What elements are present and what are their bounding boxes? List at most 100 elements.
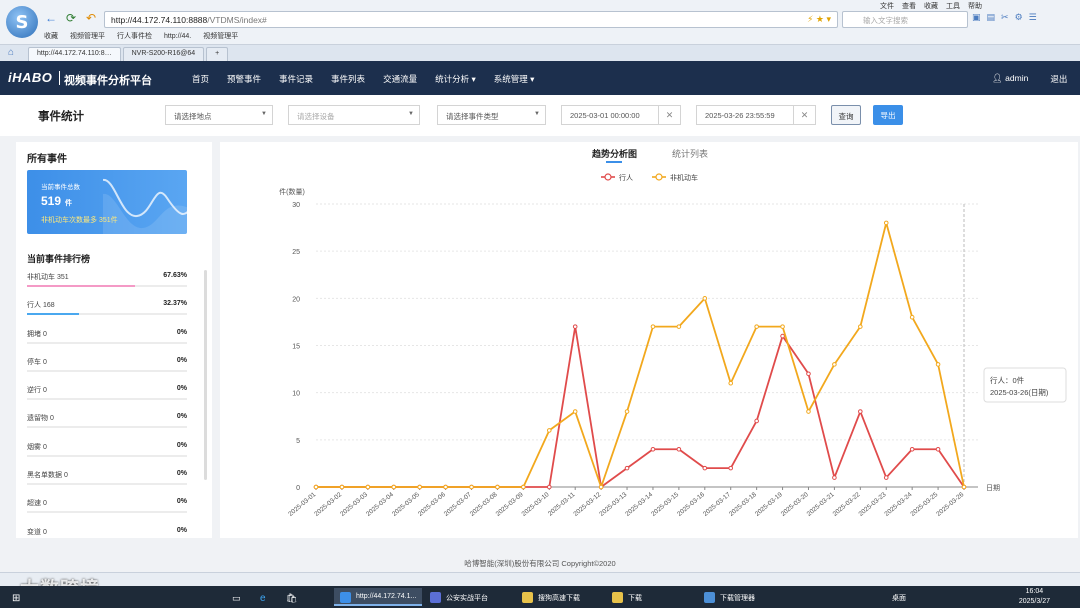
address-bar[interactable]: http://44.172.74.110:8888/VTDMS/index# ⚡… [104,11,838,28]
ranking-item-name: 黑名单数据 0 [27,472,68,480]
ranking-item-percent: 67.63% [163,272,187,279]
new-tab-button[interactable]: + [206,47,229,61]
clear-icon[interactable]: ✕ [793,106,815,124]
windows-start-icon[interactable]: ⊞ [6,588,20,606]
export-button[interactable]: 导出 [873,105,903,125]
series-line [316,325,965,488]
ranking-item: 遗留物 0 0% [27,411,187,439]
username: admin [1005,73,1029,83]
browser-tab[interactable]: NVR-S200-R16@64 [122,47,205,61]
most-frequent-text: 非机动车次数最多 351件 [41,217,118,224]
end-time-input[interactable]: 2025-03-26 23:55:59 ✕ [696,105,816,125]
y-tick-label: 25 [292,249,300,256]
favorite-item[interactable]: 视频管理平 [203,31,238,41]
nav-event-list[interactable]: 事件列表 [331,73,365,85]
nav-system[interactable]: 系统管理 ▾ [494,73,535,85]
toolbar-icon[interactable]: ▣ [972,12,981,23]
data-point [469,484,474,490]
ranking-item: 超速 0 0% [27,496,187,524]
x-tick-label: 2025-03-20 [780,491,810,518]
logout-link[interactable]: 退出 [1050,73,1067,85]
favorite-item[interactable]: http://44. [164,33,191,40]
favorite-item[interactable]: 行人事件检 [117,31,152,41]
user-menu[interactable]: 👤︎ admin [992,73,1028,85]
toolbar-icon[interactable]: ⚙ [1015,12,1023,23]
star-icon[interactable]: ⚡ ★ ▾ [807,14,831,25]
data-point [572,324,578,329]
taskbar-item-browser[interactable]: http://44.172.74.1... [334,588,422,606]
toolbar-icon[interactable]: ☰ [1029,12,1037,23]
x-tick-label: 2025-03-25 [909,491,939,518]
legend-label: 行人 [619,173,633,182]
trend-chart: 051015202530件(数量)日期2025-03-012025-03-022… [279,173,1067,518]
app-header: iHABO 视频事件分析平台 首页 预警事件 事件记录 事件列表 交通流量 统计… [0,61,1080,95]
x-tick-label: 2025-03-10 [521,491,551,518]
folder-icon [612,592,623,603]
nav-home[interactable]: 首页 [192,73,209,85]
user-icon: 👤︎ [992,73,1006,83]
ranking-item: 变道 0 0% [27,525,187,538]
browser-search-input[interactable]: 输入文字搜索 [842,11,968,28]
taskbar-item-label: 公安实战平台 [446,595,488,602]
taskbar-item-downloads[interactable]: 下载 [606,588,694,606]
nav-traffic[interactable]: 交通流量 [383,73,417,85]
location-select[interactable]: 请选择地点 ▼ [165,105,273,125]
location-select-text: 请选择地点 [174,112,212,121]
menu-favorites[interactable]: 收藏 [924,1,938,11]
ranking-bar-track [27,341,187,344]
refresh-icon[interactable]: ⟳ [64,11,78,25]
data-point [650,446,656,452]
taskbar-item-police[interactable]: 公安实战平台 [424,588,512,606]
total-label: 当前事件总数 [41,184,80,191]
data-point [961,484,967,490]
ranking-item-percent: 0% [176,356,187,364]
nav-alerts[interactable]: 预警事件 [227,73,261,85]
favorite-item[interactable]: 视频管理平 [70,31,105,41]
filter-bar: 事件统计 请选择地点 ▼ 请选择设备 ▼ 请选择事件类型 ▼ 2025-03-0… [0,95,1080,136]
store-icon[interactable]: 🛍︎ [282,588,297,606]
taskbar-item-sogou[interactable]: 搜狗高速下载 [516,588,604,606]
device-select[interactable]: 请选择设备 ▼ [288,105,420,125]
ranking-item-percent: 0% [176,441,187,449]
clear-icon[interactable]: ✕ [658,106,680,124]
event-type-select[interactable]: 请选择事件类型 ▼ [437,105,546,125]
undo-icon[interactable]: ↶ [84,11,98,25]
ranking-item: 非机动车 351 67.63% [27,270,187,298]
series-line [316,221,965,488]
toolbar-icon[interactable]: ▤ [987,12,996,23]
favorite-item[interactable]: 收藏 [44,31,58,41]
scrollbar[interactable] [204,270,207,480]
total-value: 519 [41,194,62,208]
taskbar-item-download-manager[interactable]: 下载管理器 [698,588,786,606]
start-time-input[interactable]: 2025-03-01 00:00:00 ✕ [561,105,681,125]
data-point [806,409,811,414]
nav-records[interactable]: 事件记录 [279,73,313,85]
tab-stat-list[interactable]: 统计列表 [672,147,708,160]
app-icon [430,592,441,603]
x-tick-label: 2025-03-15 [650,491,680,518]
browser-tab-active[interactable]: http://44.172.74.110:8… [28,47,121,61]
home-icon[interactable]: ⌂ [8,47,14,58]
menu-help[interactable]: 帮助 [968,1,982,11]
back-icon[interactable]: ← [44,11,58,25]
taskview-icon[interactable]: ▭ [228,588,241,606]
toolbar-icon[interactable]: ✂ [1001,12,1009,23]
menu-file[interactable]: 文件 [880,1,894,11]
edge-icon[interactable]: e [256,588,266,606]
menu-view[interactable]: 查看 [902,1,916,11]
ranking-list: 非机动车 351 67.63% 行人 168 32.37% 拥堵 0 0% 停车 0 0% 逆行… [27,270,187,538]
system-clock[interactable]: 16:04 2025/3/27 [1019,587,1050,607]
data-point [883,475,889,480]
query-button[interactable]: 查询 [831,105,861,125]
menu-tools[interactable]: 工具 [946,1,960,11]
tooltip-line: 2025-03-26(日期) [990,388,1049,397]
data-point [832,362,837,367]
data-point [935,446,941,452]
data-point [650,324,656,329]
ranking-item-name: 遗留物 0 [27,415,54,423]
ranking-item: 拥堵 0 0% [27,327,187,355]
nav-statistics[interactable]: 统计分析 ▾ [435,73,476,85]
tab-trend[interactable]: 趋势分析图 [592,147,637,163]
desktop-button[interactable]: 桌面 [888,588,906,606]
taskbar-item-label: 搜狗高速下载 [538,595,580,602]
